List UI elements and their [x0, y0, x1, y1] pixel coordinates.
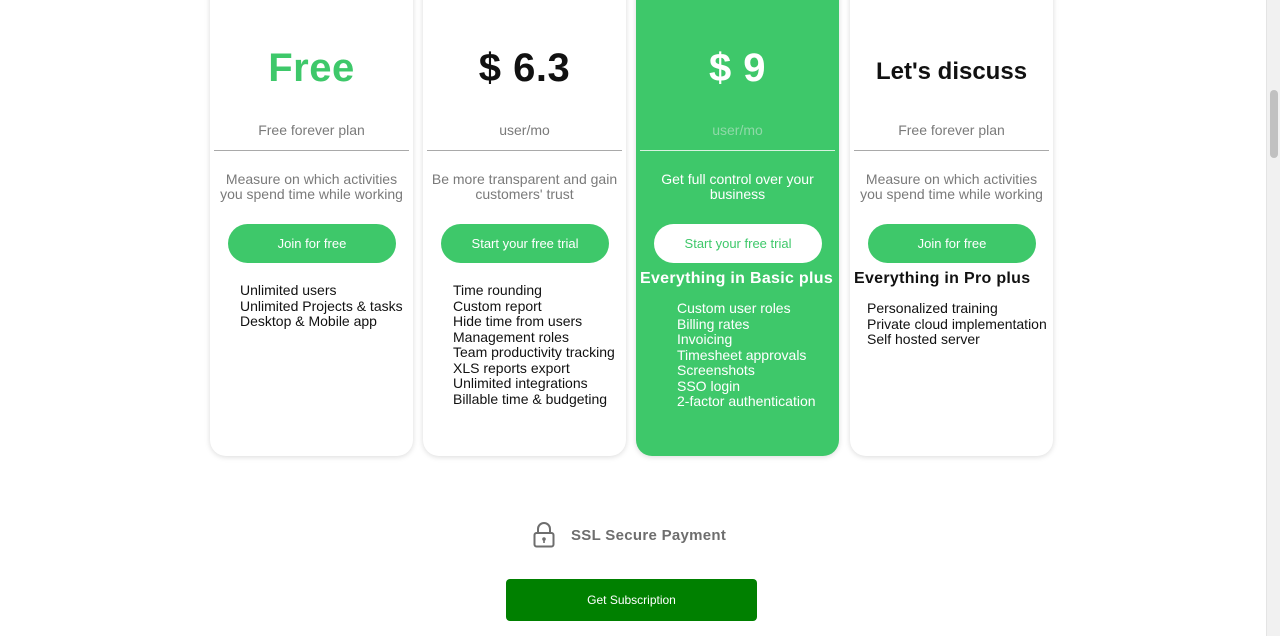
feature-list: Personalized training Private cloud impl…	[867, 300, 1051, 348]
features-heading: Everything in Basic plus	[640, 270, 834, 287]
ssl-label: SSL Secure Payment	[571, 526, 727, 544]
feature-item: Unlimited Projects & tasks	[240, 297, 403, 314]
plan-subtitle: user/mo	[499, 122, 550, 138]
feature-item: Self hosted server	[867, 331, 980, 347]
plan-price: $ 9	[708, 46, 767, 90]
get-subscription-button[interactable]: Get Subscription	[506, 579, 757, 621]
plan-card-enterprise: Let's discuss Free forever plan Measure …	[850, 0, 1053, 456]
ssl-secure-payment: SSL Secure Payment	[533, 520, 726, 550]
plan-price: $ 6.3	[478, 46, 571, 90]
feature-item: Invoicing	[677, 331, 733, 347]
feature-list: Time rounding Custom report Hide time fr…	[453, 282, 624, 407]
feature-item: Time rounding	[453, 282, 542, 298]
plan-description: Measure on which activities you spend ti…	[860, 171, 1043, 202]
plan-subtitle: Free forever plan	[258, 122, 365, 138]
feature-item: Private cloud implementation	[867, 315, 1047, 332]
divider	[427, 150, 622, 151]
plan-card-free: Free Free forever plan Measure on which …	[210, 0, 413, 456]
plan-subtitle: user/mo	[712, 122, 763, 138]
feature-item: Personalized training	[867, 300, 998, 316]
feature-item: Unlimited users	[240, 282, 337, 298]
feature-item: SSO login	[677, 377, 741, 394]
scrollbar-thumb[interactable]	[1270, 90, 1278, 158]
feature-item: XLS reports export	[453, 359, 570, 376]
feature-item: Team productivity tracking	[453, 344, 615, 360]
feature-item: Custom user roles	[677, 300, 791, 316]
plan-price: Let's discuss	[875, 58, 1028, 85]
divider	[214, 150, 409, 151]
join-for-free-button[interactable]: Join for free	[228, 224, 396, 263]
plan-description: Measure on which activities you spend ti…	[220, 171, 403, 202]
feature-item: Timesheet approvals	[677, 346, 807, 363]
plan-card-pro: $ 9 user/mo Get full control over your b…	[636, 0, 839, 456]
plan-card-basic: $ 6.3 user/mo Be more transparent and ga…	[423, 0, 626, 456]
start-free-trial-button[interactable]: Start your free trial	[441, 224, 609, 263]
join-for-free-button[interactable]: Join for free	[868, 224, 1036, 263]
feature-list: Custom user roles Billing rates Invoicin…	[677, 300, 837, 410]
feature-item: Billing rates	[677, 315, 750, 332]
feature-item: Unlimited integrations	[453, 375, 588, 391]
feature-list: Unlimited users Unlimited Projects & tas…	[240, 282, 411, 330]
feature-item: Hide time from users	[453, 313, 583, 329]
feature-item: Screenshots	[677, 362, 755, 378]
feature-item: Desktop & Mobile app	[240, 313, 377, 329]
plan-description: Get full control over your business	[661, 171, 814, 202]
plan-subtitle: Free forever plan	[898, 122, 1005, 138]
feature-item: Management roles	[453, 328, 569, 345]
lock-icon	[533, 522, 555, 548]
features-heading: Everything in Pro plus	[854, 270, 1031, 287]
vertical-scrollbar[interactable]	[1266, 0, 1280, 636]
divider	[640, 150, 835, 151]
plan-price: Free	[268, 46, 355, 90]
divider	[854, 150, 1049, 151]
feature-item: Custom report	[453, 297, 542, 314]
plan-description: Be more transparent and gain customers' …	[431, 171, 618, 202]
feature-item: Billable time & budgeting	[453, 390, 608, 407]
pricing-page: Free Free forever plan Measure on which …	[0, 0, 1266, 636]
feature-item: 2-factor authentication	[677, 393, 816, 409]
start-free-trial-button[interactable]: Start your free trial	[654, 224, 822, 263]
